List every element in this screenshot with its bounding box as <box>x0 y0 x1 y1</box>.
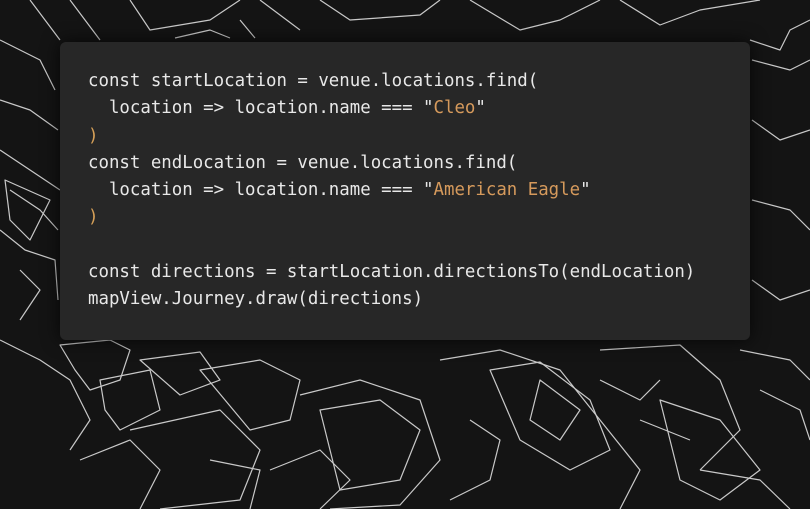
code-text: mapView.Journey.draw(directions) <box>88 289 424 310</box>
code-text: const directions = startLocation.directi… <box>88 262 696 283</box>
code-line-9: mapView.Journey.draw(directions) <box>88 286 750 313</box>
code-text: location => location.name === " <box>88 180 434 201</box>
code-line-4: const endLocation = venue.locations.find… <box>88 150 750 177</box>
closing-paren: ) <box>88 125 99 146</box>
string-literal: American Eagle <box>433 180 581 201</box>
closing-paren: ) <box>88 207 99 228</box>
code-line-3: ) <box>88 123 750 150</box>
code-text: location => location.name === " <box>88 98 434 119</box>
code-line-8: const directions = startLocation.directi… <box>88 259 750 286</box>
code-line-1: const startLocation = venue.locations.fi… <box>88 68 750 95</box>
code-line-2: location => location.name === "Cleo" <box>88 95 750 122</box>
map-outline-bottom <box>59 339 810 509</box>
code-line-5: location => location.name === "American … <box>88 177 750 204</box>
code-text: " <box>580 180 591 201</box>
code-snippet-card: const startLocation = venue.locations.fi… <box>60 42 750 340</box>
code-text: const startLocation = venue.locations.fi… <box>88 71 539 91</box>
code-text: const endLocation = venue.locations.find… <box>88 152 518 173</box>
code-text: " <box>475 98 486 119</box>
string-literal: Cleo <box>433 98 476 119</box>
code-line-6: ) <box>88 204 750 231</box>
map-outline-right <box>751 59 810 301</box>
